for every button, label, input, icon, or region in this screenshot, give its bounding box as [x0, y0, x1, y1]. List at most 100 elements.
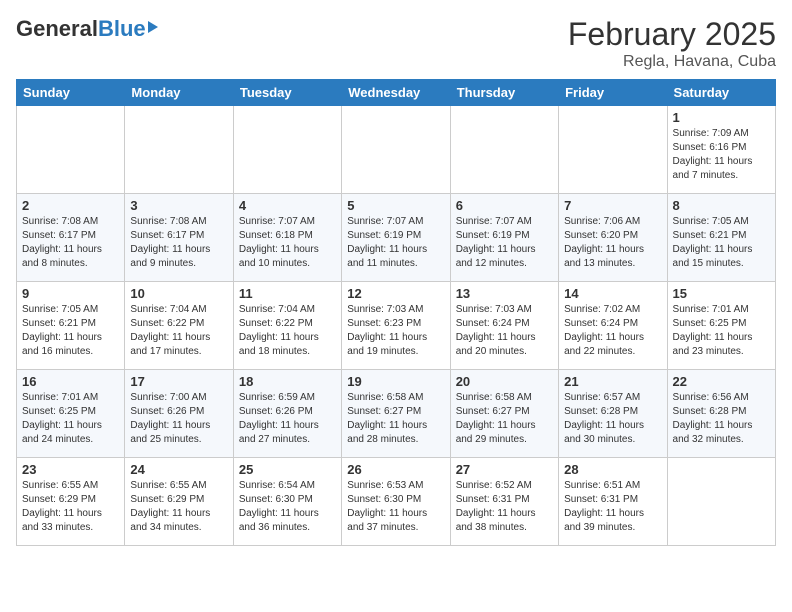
calendar-cell: 15 Sunrise: 7:01 AM Sunset: 6:25 PM Dayli…: [667, 282, 775, 370]
calendar-cell: 7 Sunrise: 7:06 AM Sunset: 6:20 PM Daylig…: [559, 194, 667, 282]
day-info: Sunrise: 7:00 AM Sunset: 6:26 PM Dayligh…: [130, 391, 227, 447]
logo-triangle-icon: [148, 21, 158, 33]
day-info: Sunrise: 7:01 AM Sunset: 6:25 PM Dayligh…: [673, 303, 770, 359]
day-number: 5: [347, 198, 444, 213]
calendar-week-2: 2 Sunrise: 7:08 AM Sunset: 6:17 PM Daylig…: [17, 194, 776, 282]
calendar-cell: [125, 106, 233, 194]
day-number: 1: [673, 110, 770, 125]
calendar-cell: 12 Sunrise: 7:03 AM Sunset: 6:23 PM Dayli…: [342, 282, 450, 370]
weekday-header-sunday: Sunday: [17, 80, 125, 106]
day-number: 10: [130, 286, 227, 301]
day-number: 3: [130, 198, 227, 213]
day-info: Sunrise: 6:58 AM Sunset: 6:27 PM Dayligh…: [347, 391, 444, 447]
calendar-cell: 20 Sunrise: 6:58 AM Sunset: 6:27 PM Dayli…: [450, 370, 558, 458]
day-number: 9: [22, 286, 119, 301]
day-number: 23: [22, 462, 119, 477]
calendar-cell: [559, 106, 667, 194]
calendar-cell: 6 Sunrise: 7:07 AM Sunset: 6:19 PM Daylig…: [450, 194, 558, 282]
day-info: Sunrise: 7:07 AM Sunset: 6:18 PM Dayligh…: [239, 215, 336, 271]
day-number: 2: [22, 198, 119, 213]
day-info: Sunrise: 6:58 AM Sunset: 6:27 PM Dayligh…: [456, 391, 553, 447]
calendar-cell: 5 Sunrise: 7:07 AM Sunset: 6:19 PM Daylig…: [342, 194, 450, 282]
calendar-cell: 25Sunrise: 6:54 AM Sunset: 6:30 PM Dayli…: [233, 458, 341, 546]
month-title: February 2025: [568, 16, 776, 53]
calendar-cell: 1 Sunrise: 7:09 AM Sunset: 6:16 PM Daylig…: [667, 106, 775, 194]
logo-blue-text: Blue: [98, 16, 146, 42]
calendar-table: SundayMondayTuesdayWednesdayThursdayFrid…: [16, 79, 776, 546]
calendar-cell: [667, 458, 775, 546]
calendar-cell: 9 Sunrise: 7:05 AM Sunset: 6:21 PM Daylig…: [17, 282, 125, 370]
day-info: Sunrise: 6:53 AM Sunset: 6:30 PM Dayligh…: [347, 479, 444, 535]
day-number: 14: [564, 286, 661, 301]
calendar-cell: 10 Sunrise: 7:04 AM Sunset: 6:22 PM Dayli…: [125, 282, 233, 370]
day-number: 4: [239, 198, 336, 213]
day-info: Sunrise: 7:07 AM Sunset: 6:19 PM Dayligh…: [456, 215, 553, 271]
calendar-week-4: 16 Sunrise: 7:01 AM Sunset: 6:25 PM Dayli…: [17, 370, 776, 458]
calendar-cell: 13 Sunrise: 7:03 AM Sunset: 6:24 PM Dayli…: [450, 282, 558, 370]
day-number: 15: [673, 286, 770, 301]
day-info: Sunrise: 7:09 AM Sunset: 6:16 PM Dayligh…: [673, 127, 770, 183]
day-number: 20: [456, 374, 553, 389]
day-number: 17: [130, 374, 227, 389]
day-number: 19: [347, 374, 444, 389]
calendar-cell: 19 Sunrise: 6:58 AM Sunset: 6:27 PM Dayli…: [342, 370, 450, 458]
day-number: 26: [347, 462, 444, 477]
day-info: Sunrise: 6:56 AM Sunset: 6:28 PM Dayligh…: [673, 391, 770, 447]
calendar-cell: 11 Sunrise: 7:04 AM Sunset: 6:22 PM Dayli…: [233, 282, 341, 370]
weekday-header-wednesday: Wednesday: [342, 80, 450, 106]
day-number: 21: [564, 374, 661, 389]
calendar-cell: [342, 106, 450, 194]
weekday-header-saturday: Saturday: [667, 80, 775, 106]
calendar-cell: [233, 106, 341, 194]
day-number: 8: [673, 198, 770, 213]
day-info: Sunrise: 7:05 AM Sunset: 6:21 PM Dayligh…: [22, 303, 119, 359]
day-number: 22: [673, 374, 770, 389]
calendar-cell: 24Sunrise: 6:55 AM Sunset: 6:29 PM Dayli…: [125, 458, 233, 546]
day-number: 16: [22, 374, 119, 389]
calendar-cell: 18 Sunrise: 6:59 AM Sunset: 6:26 PM Dayli…: [233, 370, 341, 458]
day-info: Sunrise: 7:04 AM Sunset: 6:22 PM Dayligh…: [239, 303, 336, 359]
logo: General Blue: [16, 16, 158, 42]
calendar-cell: [450, 106, 558, 194]
day-info: Sunrise: 6:55 AM Sunset: 6:29 PM Dayligh…: [22, 479, 119, 535]
calendar-cell: 8 Sunrise: 7:05 AM Sunset: 6:21 PM Daylig…: [667, 194, 775, 282]
day-info: Sunrise: 7:06 AM Sunset: 6:20 PM Dayligh…: [564, 215, 661, 271]
day-info: Sunrise: 6:55 AM Sunset: 6:29 PM Dayligh…: [130, 479, 227, 535]
day-number: 18: [239, 374, 336, 389]
page-header: General Blue February 2025 Regla, Havana…: [16, 16, 776, 71]
day-number: 7: [564, 198, 661, 213]
day-info: Sunrise: 7:04 AM Sunset: 6:22 PM Dayligh…: [130, 303, 227, 359]
weekday-header-tuesday: Tuesday: [233, 80, 341, 106]
day-info: Sunrise: 7:01 AM Sunset: 6:25 PM Dayligh…: [22, 391, 119, 447]
calendar-cell: 22 Sunrise: 6:56 AM Sunset: 6:28 PM Dayli…: [667, 370, 775, 458]
day-number: 25: [239, 462, 336, 477]
day-number: 11: [239, 286, 336, 301]
calendar-week-5: 23 Sunrise: 6:55 AM Sunset: 6:29 PM Dayli…: [17, 458, 776, 546]
day-info: Sunrise: 7:03 AM Sunset: 6:23 PM Dayligh…: [347, 303, 444, 359]
day-number: 6: [456, 198, 553, 213]
day-info: Sunrise: 7:08 AM Sunset: 6:17 PM Dayligh…: [130, 215, 227, 271]
day-info: Sunrise: 6:51 AM Sunset: 6:31 PM Dayligh…: [564, 479, 661, 535]
calendar-cell: 4 Sunrise: 7:07 AM Sunset: 6:18 PM Daylig…: [233, 194, 341, 282]
day-info: Sunrise: 6:59 AM Sunset: 6:26 PM Dayligh…: [239, 391, 336, 447]
day-number: 28: [564, 462, 661, 477]
calendar-cell: 16 Sunrise: 7:01 AM Sunset: 6:25 PM Dayli…: [17, 370, 125, 458]
day-info: Sunrise: 7:02 AM Sunset: 6:24 PM Dayligh…: [564, 303, 661, 359]
title-block: February 2025 Regla, Havana, Cuba: [568, 16, 776, 71]
calendar-cell: 14 Sunrise: 7:02 AM Sunset: 6:24 PM Dayli…: [559, 282, 667, 370]
day-info: Sunrise: 7:08 AM Sunset: 6:17 PM Dayligh…: [22, 215, 119, 271]
day-number: 13: [456, 286, 553, 301]
calendar-cell: 3 Sunrise: 7:08 AM Sunset: 6:17 PM Daylig…: [125, 194, 233, 282]
day-info: Sunrise: 7:05 AM Sunset: 6:21 PM Dayligh…: [673, 215, 770, 271]
calendar-cell: 2 Sunrise: 7:08 AM Sunset: 6:17 PM Daylig…: [17, 194, 125, 282]
day-info: Sunrise: 7:03 AM Sunset: 6:24 PM Dayligh…: [456, 303, 553, 359]
day-info: Sunrise: 6:57 AM Sunset: 6:28 PM Dayligh…: [564, 391, 661, 447]
calendar-cell: 21 Sunrise: 6:57 AM Sunset: 6:28 PM Dayli…: [559, 370, 667, 458]
calendar-week-1: 1 Sunrise: 7:09 AM Sunset: 6:16 PM Daylig…: [17, 106, 776, 194]
calendar-cell: 28 Sunrise: 6:51 AM Sunset: 6:31 PM Dayli…: [559, 458, 667, 546]
day-number: 12: [347, 286, 444, 301]
day-number: 27: [456, 462, 553, 477]
day-info: Sunrise: 7:07 AM Sunset: 6:19 PM Dayligh…: [347, 215, 444, 271]
weekday-header-thursday: Thursday: [450, 80, 558, 106]
calendar-week-3: 9 Sunrise: 7:05 AM Sunset: 6:21 PM Daylig…: [17, 282, 776, 370]
